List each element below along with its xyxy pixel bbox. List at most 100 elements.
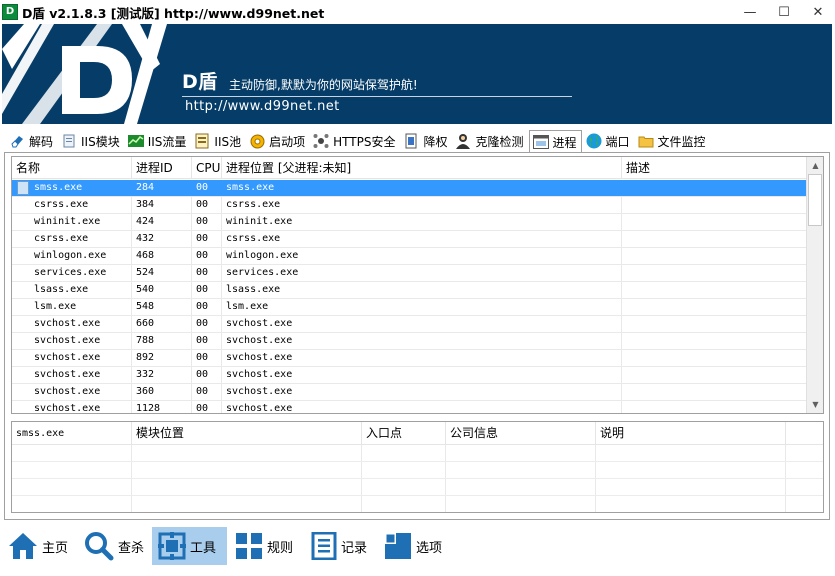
column-header-module-path[interactable]: 模块位置: [132, 422, 362, 445]
process-path: svchost.exe: [222, 333, 622, 349]
tab-label: 文件监控: [657, 134, 706, 149]
process-path: winlogon.exe: [222, 248, 622, 264]
process-cpu: 00: [192, 197, 222, 213]
table-row[interactable]: csrss.exe 384 00 csrss.exe: [12, 197, 807, 214]
process-cpu: 00: [192, 282, 222, 298]
tab-process[interactable]: 进程: [528, 130, 582, 153]
process-cpu: 00: [192, 265, 222, 281]
process-name: svchost.exe: [12, 316, 132, 332]
user-icon: [455, 133, 471, 149]
process-icon: [532, 134, 549, 150]
process-description: [622, 384, 807, 400]
table-row[interactable]: svchost.exe 1128 00 svchost.exe: [12, 401, 807, 413]
nav-options[interactable]: 选项: [378, 527, 450, 565]
column-header-name[interactable]: 名称: [12, 157, 132, 179]
tool-tabs: 解码 IIS模块 IIS流量 IIS池 启动项 HTTPS安全 降权 克隆检测 …: [6, 129, 832, 153]
table-row[interactable]: wininit.exe 424 00 wininit.exe: [12, 214, 807, 231]
window-title: D盾 v2.1.8.3 [测试版] http://www.d99net.net: [22, 5, 325, 21]
scroll-up-icon[interactable]: ▲: [807, 157, 823, 174]
process-path: svchost.exe: [222, 367, 622, 383]
tab-https-security[interactable]: HTTPS安全: [310, 130, 399, 152]
column-header-entry-point[interactable]: 入口点: [362, 422, 446, 445]
process-path: csrss.exe: [222, 231, 622, 247]
table-row[interactable]: svchost.exe 660 00 svchost.exe: [12, 316, 807, 333]
scroll-down-icon[interactable]: ▼: [807, 396, 823, 413]
maximize-button[interactable]: ☐: [767, 0, 801, 24]
table-row[interactable]: lsass.exe 540 00 lsass.exe: [12, 282, 807, 299]
nav-label: 选项: [416, 540, 443, 556]
table-row[interactable]: smss.exe 284 00 smss.exe: [12, 180, 807, 197]
nav-tools[interactable]: 工具: [152, 527, 227, 565]
tab-decode[interactable]: 解码: [6, 130, 57, 152]
column-header-cpu[interactable]: CPU: [192, 157, 222, 179]
banner-divider: [182, 96, 572, 97]
tab-iis-pool[interactable]: IIS池: [191, 130, 245, 152]
process-pid: 360: [132, 384, 192, 400]
brand-slogan: 主动防御,默默为你的网站保驾护航!: [229, 78, 418, 92]
process-name: csrss.exe: [12, 197, 132, 213]
table-row[interactable]: svchost.exe 788 00 svchost.exe: [12, 333, 807, 350]
table-row[interactable]: svchost.exe 892 00 svchost.exe: [12, 350, 807, 367]
process-pid: 424: [132, 214, 192, 230]
process-path: smss.exe: [222, 180, 622, 196]
tab-file-monitor[interactable]: 文件监控: [635, 130, 710, 152]
nav-rules[interactable]: 规则: [229, 527, 301, 565]
table-row[interactable]: services.exe 524 00 services.exe: [12, 265, 807, 282]
d-shield-logo-icon: [2, 24, 167, 124]
nav-scan[interactable]: 查杀: [78, 527, 150, 565]
process-pid: 524: [132, 265, 192, 281]
nav-log[interactable]: 记录: [305, 527, 377, 565]
nav-label: 规则: [267, 540, 294, 556]
module-list: smss.exe 模块位置 入口点 公司信息 说明: [11, 421, 824, 513]
process-cpu: 00: [192, 316, 222, 332]
downgrade-icon: [403, 133, 419, 149]
tab-label: 降权: [423, 134, 448, 149]
tab-port[interactable]: 端口: [583, 130, 634, 152]
table-row[interactable]: csrss.exe 432 00 csrss.exe: [12, 231, 807, 248]
nav-home[interactable]: 主页: [2, 527, 74, 565]
process-description: [622, 282, 807, 298]
process-path: lsass.exe: [222, 282, 622, 298]
brand-name: D盾: [182, 71, 218, 93]
tab-clone-detect[interactable]: 克隆检测: [452, 130, 527, 152]
tab-iis-module[interactable]: IIS模块: [58, 130, 124, 152]
table-row[interactable]: winlogon.exe 468 00 winlogon.exe: [12, 248, 807, 265]
column-header-description[interactable]: 描述: [622, 157, 807, 179]
process-name: svchost.exe: [12, 350, 132, 366]
tab-label: IIS流量: [147, 134, 187, 149]
process-name: svchost.exe: [12, 401, 132, 413]
table-row[interactable]: svchost.exe 360 00 svchost.exe: [12, 384, 807, 401]
column-header-module-description[interactable]: 说明: [596, 422, 786, 445]
process-name: smss.exe: [34, 182, 83, 193]
close-button[interactable]: ✕: [801, 0, 835, 24]
tab-label: 解码: [29, 134, 54, 149]
process-pid: 384: [132, 197, 192, 213]
process-path: svchost.exe: [222, 316, 622, 332]
table-row[interactable]: svchost.exe 332 00 svchost.exe: [12, 367, 807, 384]
app-logo-icon: D: [2, 4, 18, 20]
process-cpu: 00: [192, 248, 222, 264]
process-pid: 468: [132, 248, 192, 264]
process-description: [622, 248, 807, 264]
process-description: [622, 265, 807, 281]
column-header-company[interactable]: 公司信息: [446, 422, 596, 445]
title-bar: D D盾 v2.1.8.3 [测试版] http://www.d99net.ne…: [0, 0, 835, 24]
process-description: [622, 367, 807, 383]
tab-downgrade[interactable]: 降权: [400, 130, 451, 152]
process-description: [622, 299, 807, 315]
tab-iis-traffic[interactable]: IIS流量: [125, 130, 191, 152]
process-name: svchost.exe: [12, 384, 132, 400]
options-icon: [384, 532, 412, 560]
tab-startup[interactable]: 启动项: [246, 130, 309, 152]
process-description: [622, 231, 807, 247]
process-description: [622, 180, 807, 196]
column-header-pid[interactable]: 进程ID: [132, 157, 192, 179]
minimize-button[interactable]: —: [733, 0, 767, 24]
column-header-path[interactable]: 进程位置 [父进程:未知]: [222, 157, 622, 179]
process-description: [622, 214, 807, 230]
process-name: winlogon.exe: [12, 248, 132, 264]
table-row[interactable]: lsm.exe 548 00 lsm.exe: [12, 299, 807, 316]
column-header-module-process[interactable]: smss.exe: [12, 422, 132, 445]
process-list-scrollbar[interactable]: ▲ ▼: [806, 157, 823, 413]
scrollbar-thumb[interactable]: [808, 174, 822, 226]
